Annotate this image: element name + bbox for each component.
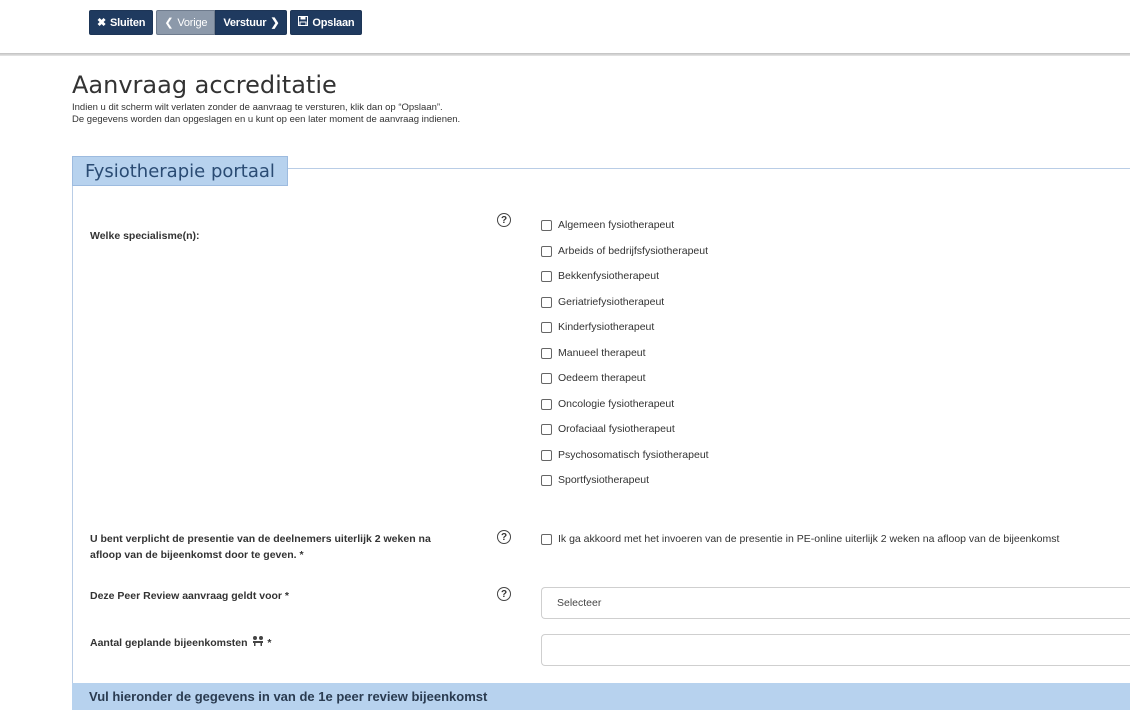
chevron-left-icon: ❮: [164, 17, 174, 29]
nav-button-group: ❮ Vorige Verstuur ❯: [156, 10, 288, 35]
specialism-label: Algemeen fysiotherapeut: [558, 219, 675, 231]
close-label: Sluiten: [110, 16, 146, 29]
specialism-option[interactable]: Algemeen fysiotherapeut: [541, 219, 674, 231]
meeting-group-icon: [252, 635, 264, 651]
presence-help-icon[interactable]: ?: [497, 530, 511, 544]
save-button[interactable]: Opslaan: [290, 10, 363, 35]
presence-agreement-option[interactable]: Ik ga akkoord met het invoeren van de pr…: [541, 533, 1130, 545]
checkbox[interactable]: [541, 245, 552, 257]
checkbox[interactable]: [541, 219, 552, 231]
meetings-label: Aantal geplande bijeenkomsten *: [90, 635, 271, 651]
specialism-option[interactable]: Oedeem therapeut: [541, 372, 646, 384]
save-label: Opslaan: [312, 16, 355, 29]
specialism-option[interactable]: Arbeids of bedrijfsfysiotherapeut: [541, 245, 708, 257]
peer-review-label: Deze Peer Review aanvraag geldt voor *: [90, 590, 290, 602]
specialism-label: Oedeem therapeut: [558, 372, 646, 384]
checkbox[interactable]: [541, 347, 552, 359]
peer-review-help-icon[interactable]: ?: [497, 587, 511, 601]
checkbox[interactable]: [541, 321, 552, 333]
specialism-label: Sportfysiotherapeut: [558, 474, 650, 486]
specialism-label: Bekkenfysiotherapeut: [558, 270, 659, 282]
section-title: Fysiotherapie portaal: [72, 156, 288, 186]
intro-text: Indien u dit scherm wilt verlaten zonder…: [72, 102, 460, 126]
checkbox[interactable]: [541, 449, 552, 461]
page-title: Aanvraag accreditatie: [72, 71, 337, 99]
close-button[interactable]: ✖ Sluiten: [89, 10, 154, 35]
checkbox[interactable]: [541, 296, 552, 308]
specialism-label: Geriatriefysiotherapeut: [558, 296, 665, 308]
presence-agreement-label: Ik ga akkoord met het invoeren van de pr…: [558, 533, 1060, 545]
specialism-label: Kinderfysiotherapeut: [558, 321, 655, 333]
specialism-option[interactable]: Bekkenfysiotherapeut: [541, 270, 659, 282]
meetings-label-text: Aantal geplande bijeenkomsten: [90, 637, 248, 649]
specialism-option[interactable]: Sportfysiotherapeut: [541, 474, 649, 486]
presence-label-line-1: U bent verplicht de presentie van de dee…: [90, 533, 431, 545]
required-marker: *: [267, 637, 272, 649]
intro-line-1: Indien u dit scherm wilt verlaten zonder…: [72, 102, 443, 113]
specialism-label: Arbeids of bedrijfsfysiotherapeut: [558, 245, 708, 257]
send-label: Verstuur: [223, 16, 267, 29]
specialism-label: Manueel therapeut: [558, 347, 646, 359]
close-icon: ✖: [97, 17, 107, 29]
specialism-option[interactable]: Psychosomatisch fysiotherapeut: [541, 449, 709, 461]
specialism-option[interactable]: Geriatriefysiotherapeut: [541, 296, 664, 308]
specialism-option[interactable]: Oncologie fysiotherapeut: [541, 398, 674, 410]
chevron-right-icon: ❯: [270, 17, 280, 29]
presence-label-line-2: afloop van de bijeenkomst door te geven.…: [90, 549, 304, 561]
previous-button[interactable]: ❮ Vorige: [156, 10, 216, 35]
specialism-label: Orofaciaal fysiotherapeut: [558, 423, 675, 435]
specialism-label: Oncologie fysiotherapeut: [558, 398, 675, 410]
floppy-disk-icon: [298, 16, 309, 29]
checkbox[interactable]: [541, 423, 552, 435]
peer-review-select[interactable]: Selecteer: [541, 587, 1130, 619]
specialism-label: Psychosomatisch fysiotherapeut: [558, 449, 709, 461]
specialism-option[interactable]: Orofaciaal fysiotherapeut: [541, 423, 675, 435]
specialism-option[interactable]: Kinderfysiotherapeut: [541, 321, 654, 333]
checkbox[interactable]: [541, 270, 552, 282]
header-divider: [0, 53, 1130, 56]
meetings-count-input[interactable]: [541, 634, 1130, 666]
previous-label: Vorige: [177, 16, 208, 29]
checkbox[interactable]: [541, 372, 552, 384]
specialisms-help-icon[interactable]: ?: [497, 213, 511, 227]
send-button[interactable]: Verstuur ❯: [215, 10, 288, 35]
specialism-option[interactable]: Manueel therapeut: [541, 347, 646, 359]
meeting-section-header: Vul hieronder de gegevens in van de 1e p…: [72, 683, 1130, 710]
checkbox[interactable]: [541, 533, 552, 545]
checkbox[interactable]: [541, 474, 552, 486]
specialisms-label: Welke specialisme(n):: [90, 230, 200, 242]
intro-line-2: De gegevens worden dan opgeslagen en u k…: [72, 114, 461, 125]
presence-label: U bent verplicht de presentie van de dee…: [90, 531, 431, 563]
checkbox[interactable]: [541, 398, 552, 410]
toolbar: ✖ Sluiten ❮ Vorige Verstuur ❯ Opslaan: [89, 10, 363, 35]
